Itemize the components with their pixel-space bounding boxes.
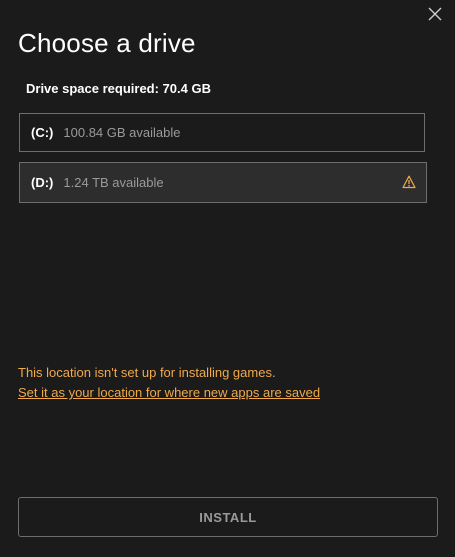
set-default-location-link[interactable]: Set it as your location for where new ap… [18, 385, 320, 400]
drive-space-required: Drive space required: 70.4 GB [26, 81, 211, 96]
close-icon [428, 7, 442, 21]
drive-letter: (D:) [31, 175, 54, 190]
drive-letter: (C:) [31, 125, 54, 140]
warning-triangle-icon [402, 175, 416, 189]
drive-option-c[interactable]: (C:) 100.84 GB available [19, 113, 425, 152]
drive-available-space: 100.84 GB available [63, 125, 181, 140]
install-button[interactable]: INSTALL [18, 497, 438, 537]
drive-option-d[interactable]: (D:) 1.24 TB available [19, 162, 427, 203]
drive-available-space: 1.24 TB available [63, 175, 164, 190]
warning-message: This location isn't set up for installin… [18, 365, 276, 380]
dialog-title: Choose a drive [18, 28, 196, 58]
close-button[interactable] [425, 4, 445, 24]
